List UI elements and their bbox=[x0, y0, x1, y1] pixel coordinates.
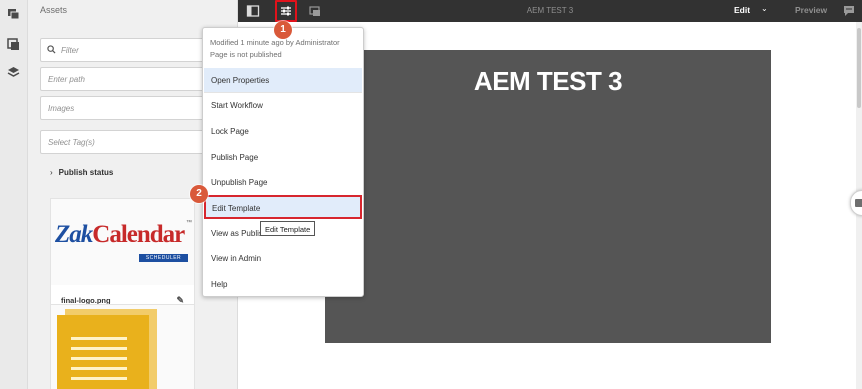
assets-title: Assets bbox=[40, 5, 68, 15]
side-rail bbox=[0, 0, 28, 389]
tags-input[interactable]: Select Tag(s) bbox=[40, 130, 206, 154]
mode-selector[interactable]: Edit bbox=[734, 5, 750, 15]
asset-type-value: Images bbox=[48, 104, 75, 113]
menu-item-edit-template[interactable]: Edit Template bbox=[204, 195, 362, 219]
menu-item-help[interactable]: Help bbox=[204, 272, 362, 296]
step-badge-2: 2 bbox=[190, 185, 208, 203]
publish-status-label: Publish status bbox=[58, 168, 114, 177]
menu-item-unpublish-page[interactable]: Unpublish Page bbox=[204, 170, 362, 194]
modified-info: Modified 1 minute ago by Administrator bbox=[210, 38, 340, 47]
components-icon[interactable] bbox=[7, 38, 20, 51]
menu-item-lock-page[interactable]: Lock Page bbox=[204, 119, 362, 143]
page-title: AEM TEST 3 bbox=[526, 6, 574, 15]
step-badge-1: 1 bbox=[274, 21, 292, 39]
hero-title: AEM TEST 3 bbox=[473, 66, 623, 96]
filter-input[interactable]: Filter bbox=[40, 38, 206, 62]
asset-thumbnail bbox=[51, 305, 194, 389]
chevron-down-icon[interactable]: ⌄ bbox=[761, 4, 768, 13]
document-icon bbox=[57, 315, 149, 389]
content-tree-icon[interactable] bbox=[7, 66, 20, 79]
editor-toolbar: AEM TEST 3 Edit ⌄ Preview bbox=[238, 0, 862, 22]
scrollbar-thumb[interactable] bbox=[857, 28, 861, 108]
page-information-menu: Modified 1 minute ago by Administrator P… bbox=[202, 27, 364, 297]
filter-placeholder: Filter bbox=[61, 46, 79, 55]
asset-card[interactable]: ZakCalendar SCHEDULER ™ final-logo.png ✎ bbox=[50, 198, 195, 319]
publish-status-toggle[interactable]: › Publish status bbox=[50, 168, 113, 177]
asset-type-select[interactable]: Images bbox=[40, 96, 206, 120]
logo-subtitle: SCHEDULER bbox=[139, 254, 188, 262]
annotate-icon[interactable] bbox=[842, 4, 856, 18]
publish-info: Page is not published bbox=[210, 50, 282, 59]
asset-card[interactable] bbox=[50, 304, 195, 389]
assets-icon[interactable] bbox=[7, 8, 20, 21]
page-status-info: Modified 1 minute ago by Administrator P… bbox=[210, 37, 340, 61]
menu-item-start-workflow[interactable]: Start Workflow bbox=[204, 93, 362, 117]
tooltip: Edit Template bbox=[260, 221, 316, 236]
path-input[interactable]: Enter path bbox=[40, 67, 206, 91]
panel-icon bbox=[855, 199, 862, 207]
chevron-right-icon: › bbox=[50, 168, 53, 177]
asset-thumbnail: ZakCalendar SCHEDULER ™ bbox=[51, 199, 194, 285]
menu-item-publish-page[interactable]: Publish Page bbox=[204, 145, 362, 169]
preview-button[interactable]: Preview bbox=[795, 5, 827, 15]
search-icon bbox=[47, 45, 56, 54]
trademark: ™ bbox=[186, 220, 192, 226]
menu-item-open-properties[interactable]: Open Properties bbox=[204, 68, 362, 92]
hero-component[interactable]: AEM TEST 3 bbox=[325, 50, 771, 343]
path-placeholder: Enter path bbox=[48, 75, 85, 84]
zakcalendar-logo: ZakCalendar bbox=[55, 221, 185, 248]
tags-placeholder: Select Tag(s) bbox=[48, 138, 95, 147]
menu-item-view-in-admin[interactable]: View in Admin bbox=[204, 246, 362, 270]
